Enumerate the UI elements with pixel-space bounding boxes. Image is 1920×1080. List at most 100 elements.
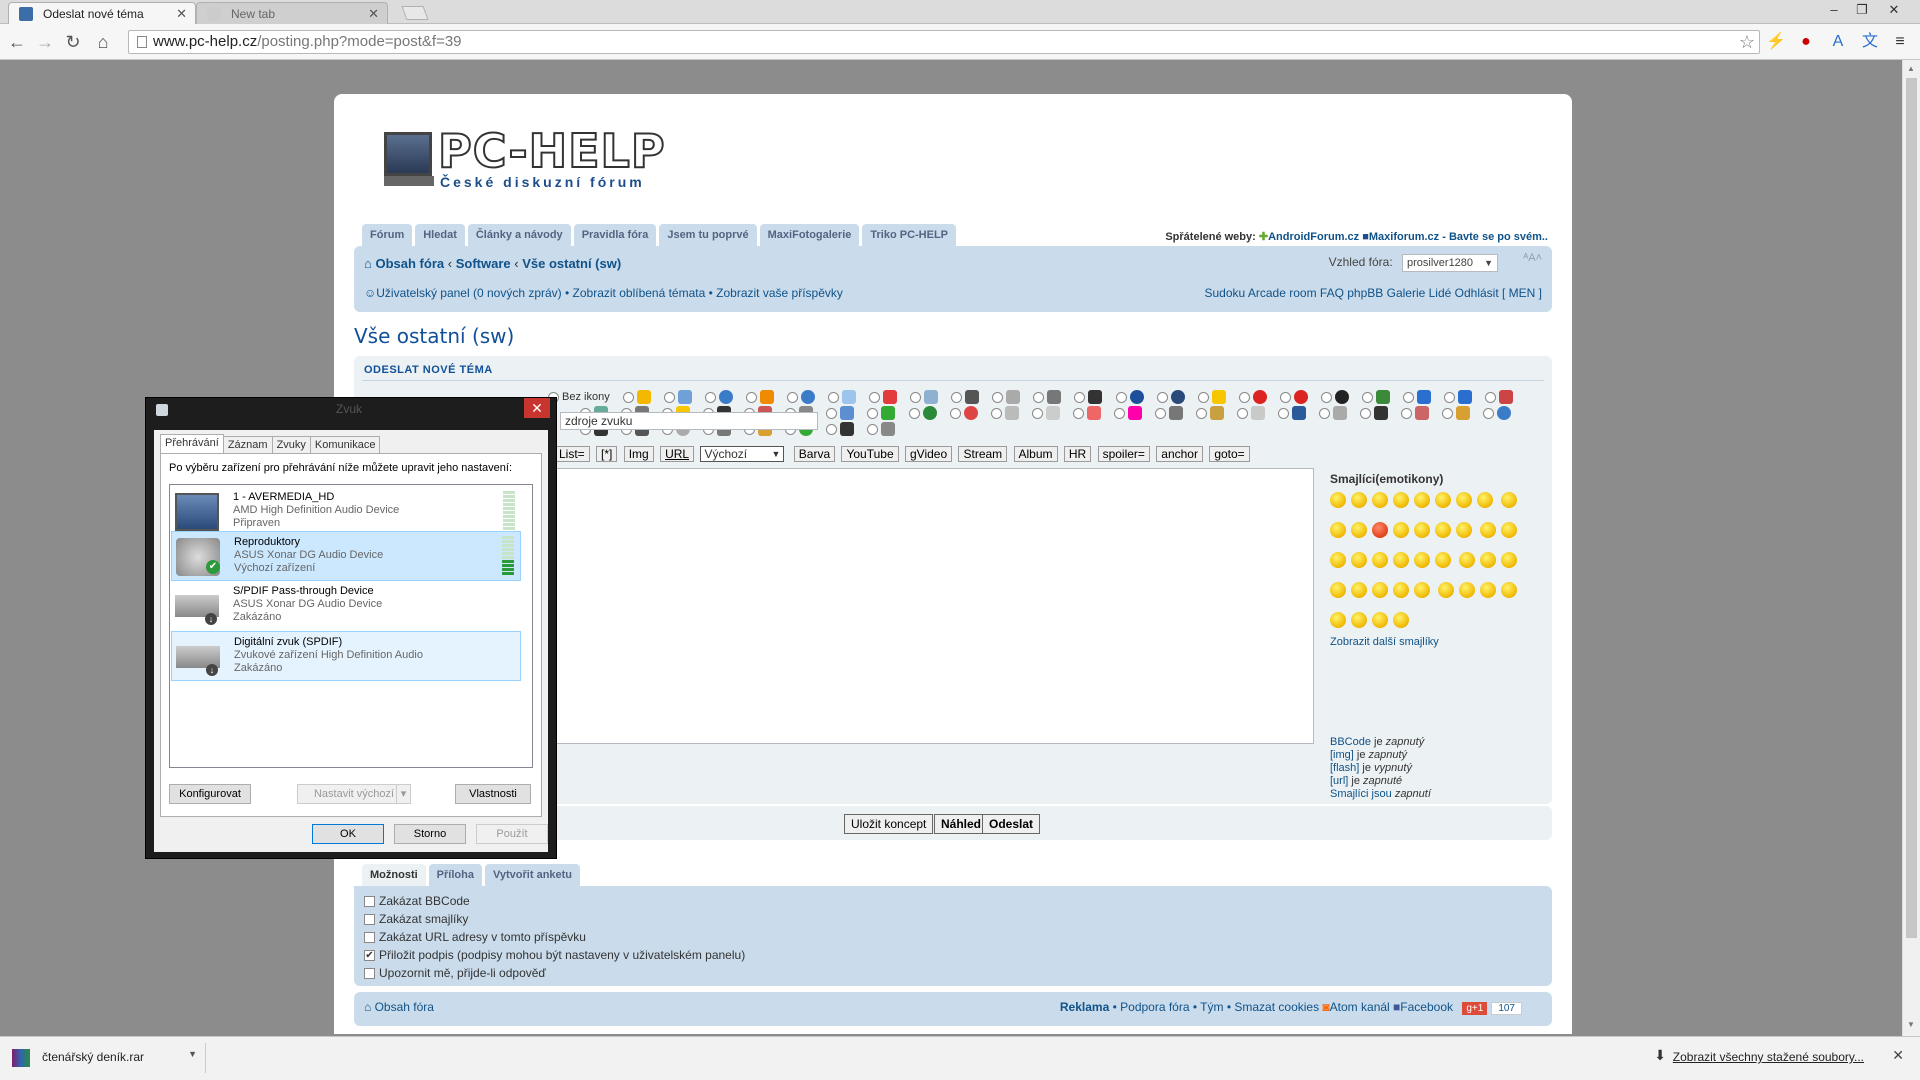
topic-icon-radio[interactable] [1113,407,1125,419]
download-item[interactable]: čtenářský deník.rar ▼ [6,1043,206,1073]
tab-sounds[interactable]: Zvuky [271,436,311,454]
smiley-icon[interactable] [1393,522,1409,538]
topic-icon-radio[interactable] [949,407,961,419]
bbcode-anchor-button[interactable]: anchor [1156,446,1203,462]
gplus-button[interactable]: g+1 [1462,1002,1488,1015]
breadcrumb-software[interactable]: Software [456,256,511,271]
reload-icon[interactable]: ↻ [62,31,84,53]
checkbox[interactable] [364,914,375,926]
bbcode-img-button[interactable]: Img [623,446,654,462]
topic-icon-radio[interactable] [1074,391,1086,403]
topic-icon-radio[interactable] [908,407,920,419]
friend-link-maxiforum[interactable]: Maxiforum.cz - Bavte se po svém.. [1369,231,1548,243]
topic-icon-radio[interactable] [1033,391,1045,403]
topic-icon-radio[interactable] [745,391,757,403]
smiley-icon[interactable] [1435,522,1451,538]
option-attach-signature[interactable]: ✔ Přiložit podpis (podpisy mohou být nast… [364,948,745,962]
topic-icon-radio[interactable] [1278,407,1290,419]
close-icon[interactable]: ✕ [368,3,379,25]
device-item-digital-spdif[interactable]: ↓ Digitální zvuk (SPDIF) Zvukové zařízen… [171,631,521,681]
ok-button[interactable]: OK [312,824,384,844]
configure-button[interactable]: Konfigurovat [169,784,251,804]
bbcode-color-button[interactable]: Barva [793,446,836,462]
smiley-icon[interactable] [1351,582,1367,598]
nav-tab-articles[interactable]: Články a návody [467,224,571,246]
tab-communication[interactable]: Komunikace [309,436,381,454]
option-disable-smilies[interactable]: Zakázat smajlíky [364,912,468,926]
chevron-down-icon[interactable]: ▼ [188,1049,197,1059]
topic-icon-radio[interactable] [826,407,838,419]
topic-icon-radio[interactable] [951,391,963,403]
smiley-icon[interactable] [1459,582,1476,598]
close-icon[interactable]: ✕ [176,3,187,25]
smiley-icon[interactable] [1456,522,1472,538]
topic-icon-radio[interactable] [663,391,675,403]
topic-icon-radio[interactable] [1319,407,1331,419]
option-disable-bbcode[interactable]: Zakázat BBCode [364,894,470,908]
breadcrumb-index[interactable]: Obsah fóra [375,256,444,271]
topic-icon-radio[interactable] [1197,391,1209,403]
smiley-icon[interactable] [1351,492,1367,508]
nav-tab-gallery[interactable]: MaxiFotogalerie [759,224,860,246]
option-disable-urls[interactable]: Zakázat URL adresy v tomto příspěvku [364,930,586,944]
smiley-icon[interactable] [1501,582,1518,598]
topic-icon-radio[interactable] [1115,391,1127,403]
scroll-down-icon[interactable]: ▼ [1907,1020,1915,1029]
bbcode-status-label[interactable]: BBCode [1330,736,1371,748]
topic-icon-radio[interactable] [867,407,879,419]
smiley-icon[interactable] [1459,552,1476,568]
smiley-icon[interactable] [1393,582,1409,598]
smiley-icon[interactable] [1393,492,1409,508]
topic-icon-radio[interactable] [869,391,881,403]
more-smilies-link[interactable]: Zobrazit další smajlíky [1330,636,1542,648]
topic-icon-radio[interactable] [1401,407,1413,419]
preview-button[interactable]: Náhled [934,814,989,834]
dialog-close-button[interactable]: ✕ [524,398,550,418]
topic-icon-radio[interactable] [1154,407,1166,419]
font-size-toggle[interactable]: ᴬA˄ [1523,252,1542,264]
chevron-down-icon[interactable]: ▾ [396,785,410,803]
bbcode-stream-button[interactable]: Stream [958,446,1008,462]
font-size-select[interactable]: Výchozí ▼ [700,446,785,462]
topic-icon-radio[interactable] [1072,407,1084,419]
smiley-icon[interactable] [1351,522,1367,538]
properties-button[interactable]: Vlastnosti [455,784,531,804]
smiley-icon[interactable] [1393,552,1409,568]
nav-tab-forum[interactable]: Fórum [362,224,413,246]
bbcode-url-button[interactable]: URL [660,446,695,462]
show-all-downloads-link[interactable]: Zobrazit všechny stažené soubory... [1673,1050,1864,1064]
minimize-icon[interactable]: – [1820,0,1848,20]
topic-icon-radio[interactable] [1031,407,1043,419]
footer-index-link[interactable]: ⌂ Obsah fóra [364,1000,434,1014]
tab-attachment[interactable]: Příloha [428,864,482,886]
topic-icon-radio[interactable] [1361,391,1373,403]
bookmark-star-icon[interactable]: ☆ [1739,31,1755,53]
topic-icon-radio[interactable] [1237,407,1248,419]
menu-icon[interactable]: ≡ [1890,32,1910,52]
message-textarea[interactable] [554,468,1314,744]
bbcode-hr-button[interactable]: HR [1063,446,1092,462]
smiley-icon[interactable] [1372,612,1388,628]
smiley-icon[interactable] [1372,582,1388,598]
home-icon[interactable]: ⌂ [92,31,114,53]
browser-tab-newtab[interactable]: New tab ✕ [196,2,388,24]
page-scrollbar[interactable]: ▲ ▼ [1902,60,1920,1036]
apply-button[interactable]: Použít [476,824,548,844]
dialog-titlebar[interactable]: Zvuk ✕ [146,398,556,422]
bbcode-album-button[interactable]: Album [1013,446,1058,462]
browser-tab-active[interactable]: Odeslat nové téma ✕ [8,2,196,24]
topic-icon-radio[interactable] [1402,391,1414,403]
topic-icon-radio[interactable] [1195,407,1207,419]
smiley-icon[interactable] [1438,582,1455,598]
smiley-icon[interactable] [1351,552,1367,568]
topic-icon-radio[interactable] [990,407,1002,419]
topic-icon-radio[interactable] [826,423,838,435]
bbcode-goto-button[interactable]: goto= [1209,446,1250,462]
cancel-button[interactable]: Storno [394,824,466,844]
bbcode-list-item-button[interactable]: [*] [596,446,618,462]
nav-tab-rules[interactable]: Pravidla fóra [573,224,657,246]
smiley-icon[interactable] [1330,612,1346,628]
smiley-icon[interactable] [1480,582,1497,598]
smiley-icon[interactable] [1330,522,1346,538]
device-item-avermedia[interactable]: 1 - AVERMEDIA_HD AMD High Definition Aud… [171,487,521,537]
